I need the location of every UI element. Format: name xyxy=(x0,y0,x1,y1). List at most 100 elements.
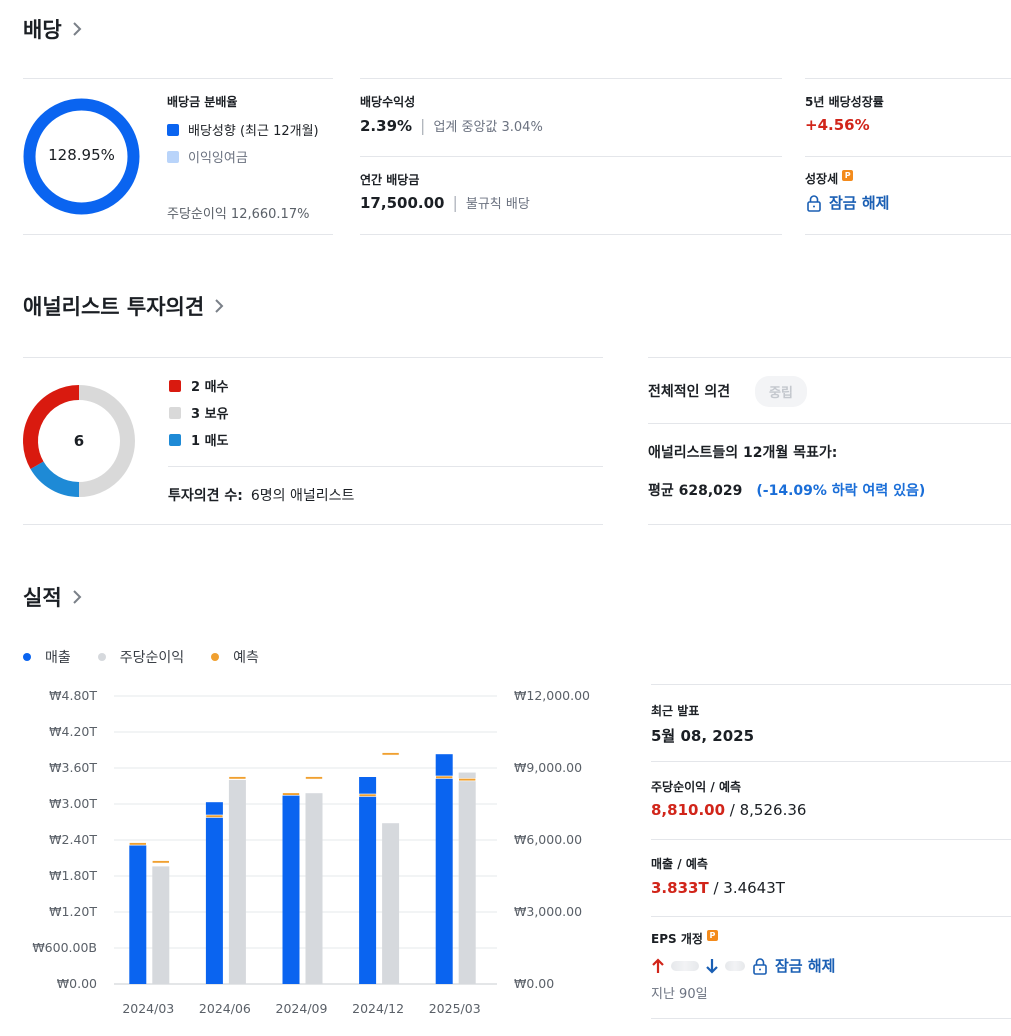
dividend-title: 배당 xyxy=(23,18,62,42)
chevron-right-icon xyxy=(215,299,224,313)
dividend-growth-5y-label: 5년 배당성장률 xyxy=(805,95,884,109)
revenue-bar xyxy=(435,754,453,984)
divider xyxy=(360,156,782,157)
analyst-title: 애널리스트 투자의견 xyxy=(23,295,205,319)
divider xyxy=(23,357,603,358)
arrow-up-icon xyxy=(652,957,664,973)
legend-dot xyxy=(23,653,31,661)
right-axis-tick: ₩9,000.00 xyxy=(514,760,582,775)
latest-release-label: 최근 발표 xyxy=(651,704,700,718)
x-axis-tick: 2025/03 xyxy=(429,1001,481,1016)
revenue-actual: 3.833T xyxy=(651,879,709,897)
dividend-growth-5y-value: +4.56% xyxy=(805,116,870,134)
lock-icon xyxy=(753,957,767,975)
legend-label: 이익잉여금 xyxy=(188,151,248,166)
revenue-forecast-marker xyxy=(205,814,224,818)
legend-label: 1 매도 xyxy=(191,434,229,449)
blurred-value xyxy=(671,960,699,971)
revenue-bar xyxy=(359,777,377,984)
dividend-yield-row: 2.39% | 업계 중앙값 3.04% xyxy=(360,116,543,135)
latest-release-value: 5월 08, 2025 xyxy=(651,727,755,745)
unlock-label: 잠금 해제 xyxy=(829,194,890,212)
analyst-legend-item: 2 매수 xyxy=(169,376,229,395)
dividend-yield-label: 배당수익성 xyxy=(360,95,416,109)
donut-slice xyxy=(30,461,80,497)
target-price-row: 평균 628,029 (-14.09% 하락 여력 있음) xyxy=(648,480,925,500)
payout-ratio-value: 128.95% xyxy=(48,146,115,164)
unlock-growth-button[interactable]: 잠금 해제 xyxy=(805,192,889,213)
eps-forecast-marker xyxy=(228,776,247,780)
annual-dividend-note: 불규칙 배당 xyxy=(465,197,530,212)
opinion-count-label: 투자의견 수: xyxy=(168,488,243,504)
divider xyxy=(360,234,782,235)
dividend-section-title[interactable]: 배당 xyxy=(23,14,82,44)
x-axis-tick: 2024/09 xyxy=(276,1001,328,1016)
analyst-total: 6 xyxy=(73,432,85,450)
dividend-yield-value: 2.39% xyxy=(360,117,413,135)
revenue-label: 매출 / 예측 xyxy=(651,857,708,871)
analyst-section-title[interactable]: 애널리스트 투자의견 xyxy=(23,291,224,321)
annual-dividend-label: 연간 배당금 xyxy=(360,173,420,187)
divider xyxy=(168,466,603,467)
left-axis-tick: ₩3.60T xyxy=(49,760,97,775)
legend-label: 주당순이익 xyxy=(119,650,185,666)
eps-bar xyxy=(458,772,476,984)
divider xyxy=(651,1018,1011,1019)
annual-dividend-value: 17,500.00 xyxy=(360,194,445,212)
left-axis-tick: ₩4.80T xyxy=(49,688,97,703)
eps-revision-row: 잠금 해제 xyxy=(651,955,835,976)
earnings-title: 실적 xyxy=(23,586,62,610)
target-price-label: 애널리스트들의 12개월 목표가: xyxy=(648,445,838,461)
divider xyxy=(805,234,1011,235)
chart-legend-item: 매출 xyxy=(23,647,71,667)
right-axis-tick: ₩0.00 xyxy=(514,976,554,991)
legend-swatch xyxy=(167,150,179,163)
eps-revision-note: 지난 90일 xyxy=(651,987,708,1002)
chart-legend: 매출 주당순이익 예측 xyxy=(23,647,286,667)
revenue-bar xyxy=(205,802,223,984)
earnings-section-title[interactable]: 실적 xyxy=(23,582,82,612)
revenue-row: 3.833T / 3.4643T xyxy=(651,879,785,897)
industry-median: 업계 중앙값 3.04% xyxy=(433,120,543,135)
legend-dot xyxy=(211,653,220,661)
chevron-right-icon xyxy=(72,590,82,604)
eps-bar xyxy=(152,866,170,984)
left-axis-tick: ₩0.00 xyxy=(57,976,97,991)
eps-row: 8,810.00 / 8,526.36 xyxy=(651,801,806,819)
eps-actual: 8,810.00 xyxy=(651,801,726,819)
divider xyxy=(805,78,1011,79)
divider xyxy=(648,524,1011,525)
growth-label: 성장세 xyxy=(805,172,839,186)
right-axis-tick: ₩3,000.00 xyxy=(514,904,582,919)
annual-dividend-row: 17,500.00 | 불규칙 배당 xyxy=(360,193,530,212)
legend-payout-trend: 배당성향 (최근 12개월) xyxy=(167,120,319,139)
eps-forecast: / 8,526.36 xyxy=(725,801,807,819)
target-price-avg: 평균 628,029 xyxy=(648,483,743,499)
revenue-bar xyxy=(129,845,147,984)
left-axis-tick: ₩3.00T xyxy=(49,796,97,811)
left-axis-tick: ₩2.40T xyxy=(49,832,97,847)
chart-legend-item: 예측 xyxy=(211,647,259,667)
lock-icon xyxy=(807,194,821,212)
revenue-bar xyxy=(282,795,300,984)
legend-swatch xyxy=(169,406,181,419)
right-axis-tick: ₩6,000.00 xyxy=(514,832,582,847)
legend-label: 2 매수 xyxy=(191,380,229,395)
unlock-eps-revision-button[interactable]: 잠금 해제 xyxy=(751,955,835,976)
overall-opinion-badge: 중립 xyxy=(755,376,807,407)
revenue-forecast-marker xyxy=(129,842,147,846)
divider xyxy=(23,524,603,525)
separator: | xyxy=(420,116,426,135)
unlock-label: 잠금 해제 xyxy=(775,957,836,975)
donut-slice xyxy=(23,385,80,469)
legend-label: 배당성향 (최근 12개월) xyxy=(188,124,319,139)
legend-label: 매출 xyxy=(45,650,71,666)
eps-revision-label-row: EPS 개정 P xyxy=(651,930,718,947)
revenue-forecast-marker xyxy=(435,775,454,779)
right-axis-tick: ₩12,000.00 xyxy=(514,688,590,703)
legend-swatch xyxy=(169,379,181,392)
x-axis-tick: 2024/03 xyxy=(122,1001,174,1016)
payout-ratio-label: 배당금 분배율 xyxy=(167,95,238,109)
arrow-down-icon xyxy=(706,958,718,974)
left-axis-tick: ₩4.20T xyxy=(49,724,97,739)
